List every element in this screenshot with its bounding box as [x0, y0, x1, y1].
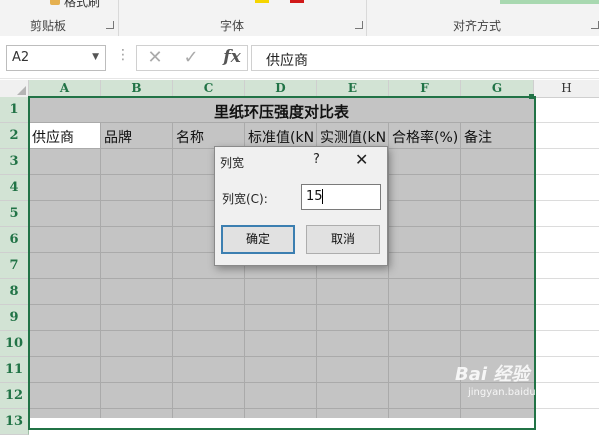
gridline [534, 226, 599, 227]
fill-handle[interactable] [529, 94, 534, 99]
cancel-button[interactable]: 取消 [306, 225, 380, 254]
format-painter-icon[interactable] [50, 0, 60, 5]
row-header-6[interactable]: 6 [0, 227, 29, 253]
font-color-icon[interactable] [290, 0, 304, 3]
text-cursor [322, 189, 323, 204]
gridline [534, 408, 599, 409]
row-header-8[interactable]: 8 [0, 279, 29, 305]
gridline [534, 174, 599, 175]
style-gallery-strip[interactable] [500, 0, 599, 4]
row-header-7[interactable]: 7 [0, 253, 29, 279]
column-width-dialog: 列宽 ? ✕ 列宽(C): 15 确定 取消 [214, 146, 388, 266]
dialog-title: 列宽 [220, 156, 245, 170]
row-header-9[interactable]: 9 [0, 305, 29, 331]
gridline [534, 122, 599, 123]
row-header-5[interactable]: 5 [0, 201, 29, 227]
gridline [534, 382, 599, 383]
select-all-corner[interactable] [0, 80, 29, 98]
help-icon[interactable]: ? [313, 152, 320, 167]
row-header-1[interactable]: 1 [0, 97, 29, 123]
watermark-logo: Bai 经验 [455, 364, 530, 385]
enter-entry-icon[interactable]: ✓ [177, 47, 205, 69]
highlight-color-icon[interactable] [255, 0, 269, 3]
gridline [534, 356, 599, 357]
chevron-down-icon[interactable]: ▼ [92, 52, 99, 62]
column-header-h[interactable]: H [534, 80, 599, 98]
row-header-2[interactable]: 2 [0, 123, 29, 149]
ok-button[interactable]: 确定 [221, 225, 295, 254]
gridline [534, 148, 599, 149]
alignment-group-label: 对齐方式 [453, 19, 502, 33]
row-header-13[interactable]: 13 [0, 409, 29, 435]
gridline [534, 330, 599, 331]
column-width-label: 列宽(C): [222, 192, 268, 206]
clipboard-group-label: 剪贴板 [30, 19, 67, 33]
formula-bar-resize-handle[interactable]: ⋮ [116, 47, 130, 63]
format-painter-label[interactable]: 格式刷 [64, 0, 100, 10]
insert-function-icon[interactable]: fx [218, 46, 246, 68]
name-box-value: A2 [12, 50, 30, 65]
clipboard-launcher-icon[interactable] [106, 21, 114, 29]
name-box[interactable]: A2 ▼ [6, 45, 106, 71]
ribbon-separator [366, 0, 367, 36]
row-header-12[interactable]: 12 [0, 383, 29, 409]
cancel-entry-icon[interactable]: ✕ [141, 47, 169, 69]
column-width-value: 15 [306, 189, 323, 204]
ribbon-separator [118, 0, 119, 36]
formula-input[interactable]: 供应商 [251, 45, 599, 71]
gridline [534, 278, 599, 279]
row-header-11[interactable]: 11 [0, 357, 29, 383]
column-width-input[interactable]: 15 [301, 184, 381, 210]
close-icon[interactable]: ✕ [355, 150, 368, 169]
alignment-launcher-icon[interactable] [591, 21, 599, 29]
gridline [534, 200, 599, 201]
watermark-url: jingyan.baidu.com [468, 387, 561, 398]
ribbon: 格式刷 剪贴板 字体 对齐方式 [0, 0, 599, 37]
row-header-4[interactable]: 4 [0, 175, 29, 201]
row-header-3[interactable]: 3 [0, 149, 29, 175]
row-header-10[interactable]: 10 [0, 331, 29, 357]
formula-buttons: ✕ ✓ fx [136, 45, 248, 71]
gridline [534, 304, 599, 305]
font-launcher-icon[interactable] [355, 21, 363, 29]
font-group-label: 字体 [220, 19, 245, 33]
gridline [534, 252, 599, 253]
formula-content: 供应商 [266, 53, 308, 69]
